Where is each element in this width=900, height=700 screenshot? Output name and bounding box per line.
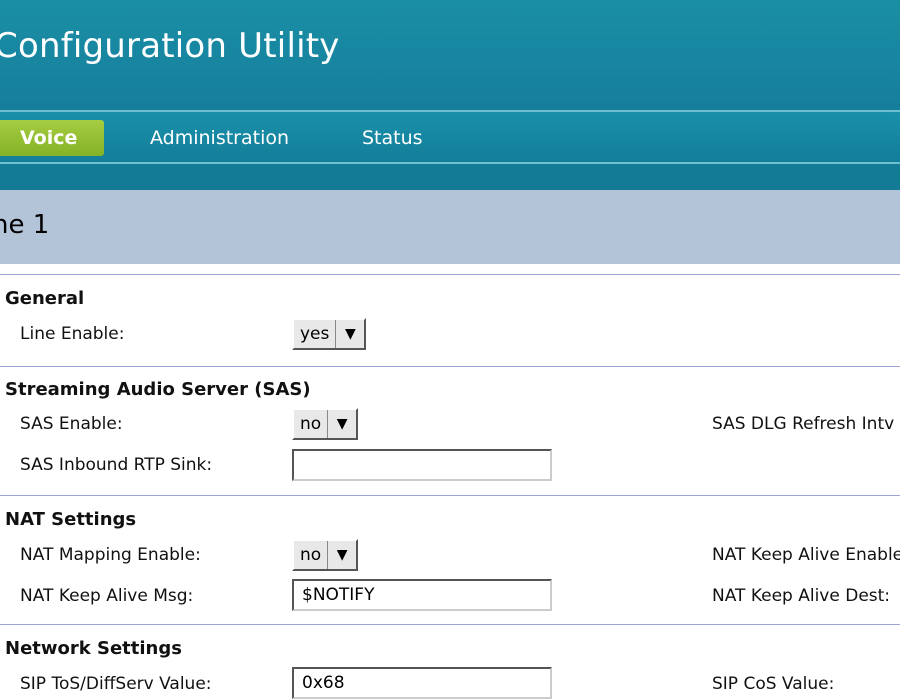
sas-enable-label: SAS Enable: xyxy=(20,414,123,434)
sip-tos-input[interactable] xyxy=(292,667,552,699)
sip-cos-label: SIP CoS Value: xyxy=(712,674,835,694)
nat-keep-alive-msg-label: NAT Keep Alive Msg: xyxy=(20,586,194,606)
section-divider xyxy=(0,366,900,367)
section-divider xyxy=(0,495,900,496)
sip-tos-label: SIP ToS/DiffServ Value: xyxy=(20,674,212,694)
section-title-network: Network Settings xyxy=(5,638,182,659)
main-nav: Voice Administration Status xyxy=(0,112,900,162)
subnav-strip xyxy=(0,164,900,190)
nat-keep-alive-enable-label: NAT Keep Alive Enable xyxy=(712,545,900,565)
nat-mapping-enable-select[interactable]: no ▼ xyxy=(292,539,359,571)
section-title-general: General xyxy=(5,288,85,309)
line-enable-select[interactable]: yes ▼ xyxy=(292,318,367,350)
section-divider xyxy=(0,274,900,275)
app-title: Configuration Utility xyxy=(0,26,340,66)
section-title-nat: NAT Settings xyxy=(5,509,137,530)
tab-status[interactable]: Status xyxy=(362,120,423,156)
line-enable-value: yes xyxy=(300,324,330,344)
sas-enable-value: no xyxy=(300,414,322,434)
section-divider xyxy=(0,624,900,625)
tab-voice[interactable]: Voice xyxy=(0,120,104,156)
nat-mapping-enable-value: no xyxy=(300,545,322,565)
chevron-down-icon: ▼ xyxy=(327,410,356,438)
nat-keep-alive-msg-input[interactable] xyxy=(292,579,552,611)
nat-keep-alive-dest-label: NAT Keep Alive Dest: xyxy=(712,586,891,606)
page-heading-bar: ne 1 xyxy=(0,190,900,264)
sas-inbound-rtp-sink-input[interactable] xyxy=(292,449,552,481)
page-title: ne 1 xyxy=(0,210,50,240)
chevron-down-icon: ▼ xyxy=(335,320,364,348)
tab-administration[interactable]: Administration xyxy=(150,120,289,156)
line-enable-label: Line Enable: xyxy=(20,324,125,344)
nat-mapping-enable-label: NAT Mapping Enable: xyxy=(20,545,201,565)
chevron-down-icon: ▼ xyxy=(327,541,356,569)
section-title-sas: Streaming Audio Server (SAS) xyxy=(5,379,311,400)
sas-dlg-refresh-label: SAS DLG Refresh Intv xyxy=(712,414,895,434)
sas-inbound-rtp-sink-label: SAS Inbound RTP Sink: xyxy=(20,455,213,475)
sas-enable-select[interactable]: no ▼ xyxy=(292,408,359,440)
